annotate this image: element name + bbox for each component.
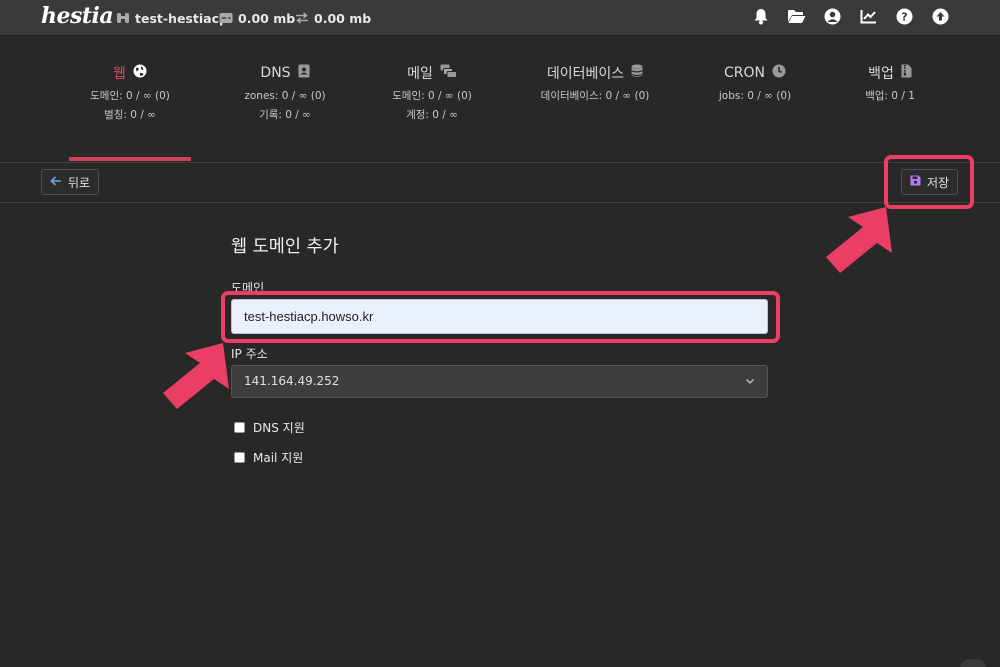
tab-mail[interactable]: 메일 도메인: 0 / ∞ (0) 계정: 0 / ∞ [362, 37, 502, 162]
dns-support-checkbox[interactable]: DNS 지원 [234, 419, 305, 436]
tab-backup-title: 백업 [868, 66, 894, 82]
tab-dns-records: 기록: 0 / ∞ [259, 109, 311, 121]
disk-usage-value: 0.00 mb [238, 10, 296, 26]
bell-icon[interactable] [751, 7, 770, 26]
bandwidth-usage: 0.00 mb [295, 9, 371, 27]
domain-input[interactable]: test-hestiacp.howso.kr [231, 299, 768, 334]
tab-cron-jobs: jobs: 0 / ∞ (0) [718, 90, 792, 102]
active-tab-underline [69, 157, 191, 161]
disk-usage: 0.00 mb [219, 9, 295, 27]
user-circle-icon[interactable] [823, 7, 842, 26]
dns-support-box[interactable] [234, 422, 245, 433]
save-icon [910, 175, 921, 189]
mail-support-box[interactable] [234, 452, 245, 463]
back-button[interactable]: 뒤로 [41, 169, 99, 195]
file-archive-icon [901, 64, 912, 82]
tab-databases[interactable]: 데이터베이스 데이터베이스: 0 / ∞ (0) [525, 37, 665, 162]
tab-web-aliases: 별칭: 0 / ∞ [104, 109, 156, 121]
save-arrow-annotation [826, 207, 892, 273]
top-icon-bar: ? [751, 7, 950, 26]
tab-mail-accounts: 계정: 0 / ∞ [406, 109, 458, 121]
tab-databases-title: 데이터베이스 [546, 66, 625, 82]
hestia-logo[interactable]: hestia [41, 3, 114, 29]
mail-bulk-icon [440, 64, 457, 82]
save-button[interactable]: 저장 [901, 169, 958, 195]
clock-icon [772, 64, 786, 82]
binoculars-icon [116, 12, 130, 24]
address-book-icon [298, 64, 310, 82]
username: test-hestiacp [135, 10, 228, 26]
tab-backup-count: 백업: 0 / 1 [865, 90, 915, 102]
ip-address-select[interactable]: 141.164.49.252 [231, 365, 768, 398]
page-title: 웹 도메인 추가 [231, 237, 339, 257]
tab-web-title: 웹 [113, 66, 126, 82]
save-button-label: 저장 [926, 175, 950, 190]
tab-dns-title: DNS [260, 65, 291, 81]
domain-arrow-annotation [163, 343, 229, 409]
tab-cron[interactable]: CRON jobs: 0 / ∞ (0) [685, 37, 825, 162]
tab-web[interactable]: 웹 도메인: 0 / ∞ (0) 별칭: 0 / ∞ [60, 37, 200, 162]
bandwidth-usage-value: 0.00 mb [314, 10, 372, 26]
mail-support-checkbox[interactable]: Mail 지원 [234, 449, 303, 466]
ip-address-value: 141.164.49.252 [244, 374, 340, 388]
stats-tabs: 웹 도메인: 0 / ∞ (0) 별칭: 0 / ∞ DNS zones: 0 … [0, 37, 1000, 162]
tab-cron-title: CRON [724, 65, 765, 81]
top-bar: hestia test-hestiacp 0.00 mb 0.00 mb ? [0, 0, 1000, 36]
tab-web-domains: 도메인: 0 / ∞ (0) [90, 90, 170, 102]
ip-address-label: IP 주소 [231, 347, 268, 361]
tab-dns-zones: zones: 0 / ∞ (0) [244, 90, 326, 102]
keyboard-icon [960, 659, 986, 667]
folder-icon[interactable] [787, 7, 806, 26]
chart-line-icon[interactable] [859, 7, 878, 26]
tab-mail-domains: 도메인: 0 / ∞ (0) [392, 90, 472, 102]
upload-icon[interactable] [931, 7, 950, 26]
back-button-label: 뒤로 [67, 175, 91, 190]
tab-dns[interactable]: DNS zones: 0 / ∞ (0) 기록: 0 / ∞ [215, 37, 355, 162]
exchange-icon [295, 12, 309, 24]
arrow-left-icon [50, 175, 62, 189]
divider-top [0, 162, 1000, 163]
user-indicator[interactable]: test-hestiacp [116, 9, 228, 27]
divider-toolbar [0, 202, 1000, 203]
hard-drive-icon [219, 12, 233, 24]
tab-mail-title: 메일 [407, 66, 433, 82]
tab-backup[interactable]: 백업 백업: 0 / 1 [820, 37, 960, 162]
database-icon [631, 64, 643, 82]
globe-icon [133, 64, 147, 82]
chevron-down-icon [745, 366, 755, 409]
svg-text:?: ? [901, 11, 907, 24]
help-icon[interactable]: ? [895, 7, 914, 26]
tab-databases-count: 데이터베이스: 0 / ∞ (0) [540, 90, 650, 102]
dns-support-label: DNS 지원 [253, 421, 305, 435]
mail-support-label: Mail 지원 [253, 451, 304, 465]
